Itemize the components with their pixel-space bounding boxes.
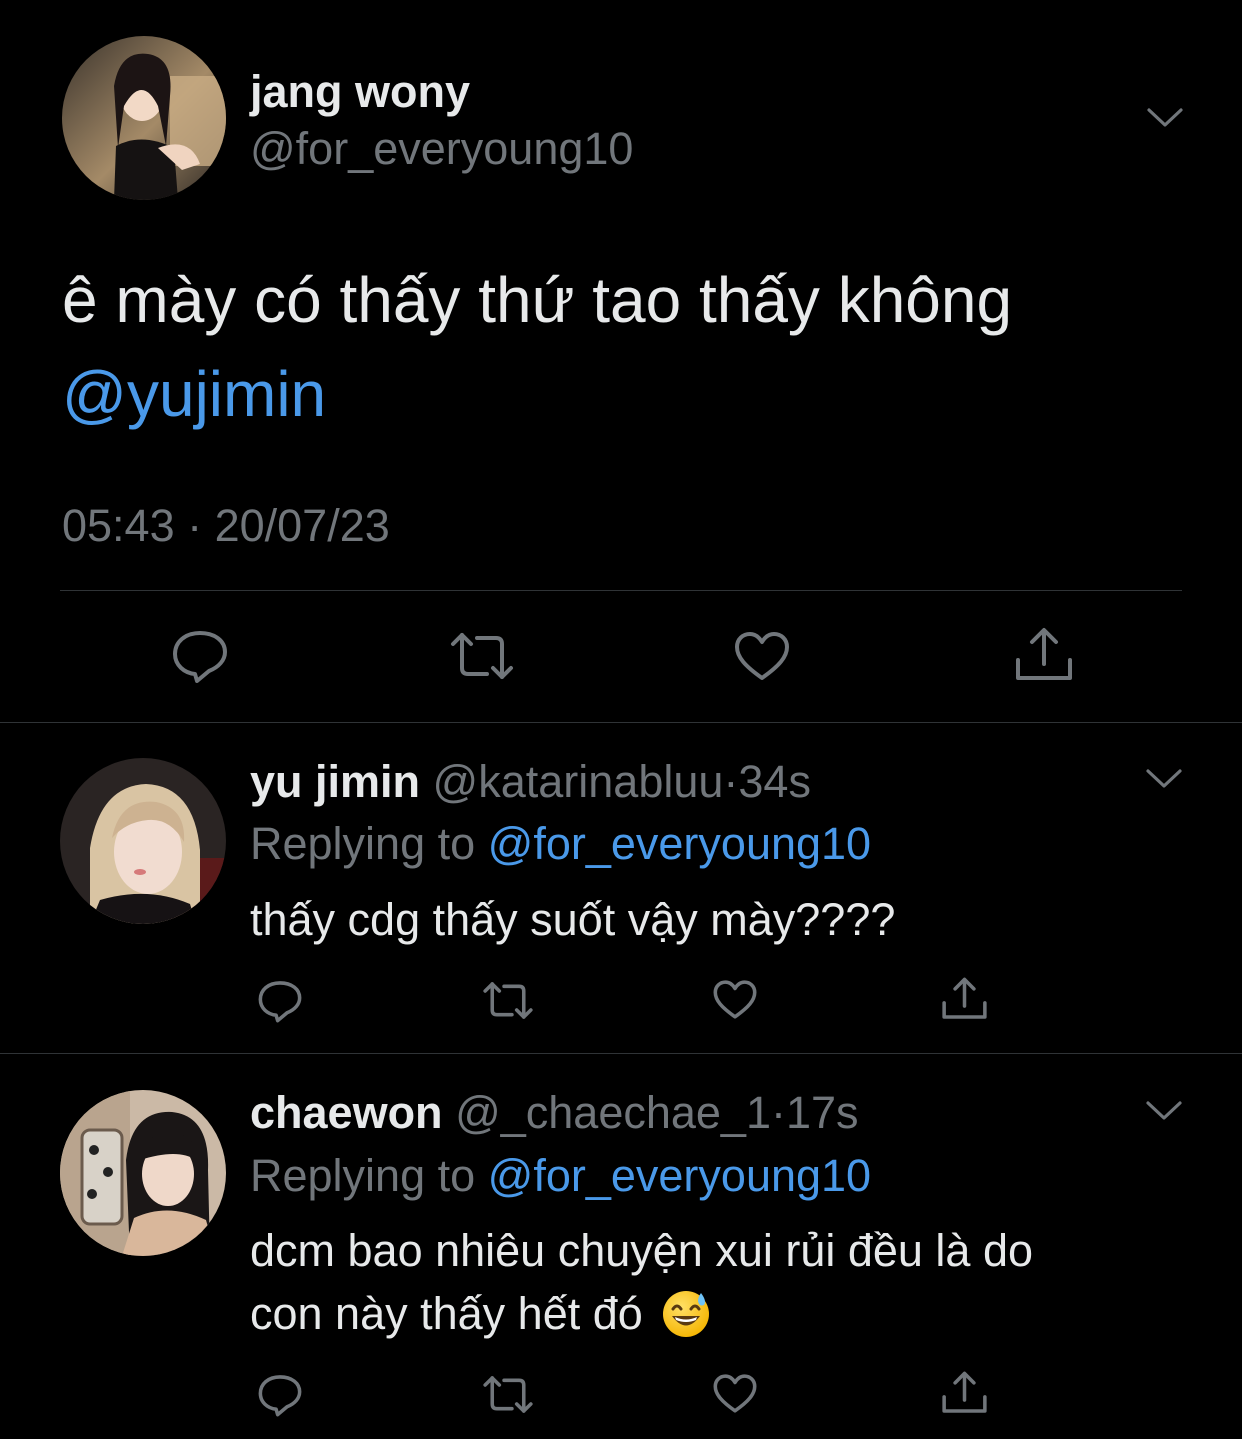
share-icon[interactable] — [1014, 626, 1074, 684]
chevron-down-icon[interactable] — [1145, 1099, 1183, 1123]
reply-age[interactable]: 34s — [738, 756, 811, 807]
divider — [0, 722, 1242, 723]
reply-text-line-2: con này thấy hết đó 😅 — [250, 1288, 711, 1340]
divider — [60, 590, 1182, 591]
replying-to: Replying to @for_everyoung10 — [250, 1150, 871, 1202]
author-handle[interactable]: @_chaechae_1 — [455, 1087, 771, 1138]
separator-dot: · — [771, 1087, 786, 1138]
reply-icon[interactable] — [257, 979, 303, 1023]
replying-to-link[interactable]: @for_everyoung10 — [488, 1150, 871, 1201]
retweet-icon[interactable] — [482, 980, 534, 1021]
user-avatar-photo-icon — [62, 36, 226, 200]
user-avatar-photo-icon — [60, 1090, 226, 1256]
reply-age[interactable]: 17s — [786, 1087, 859, 1138]
share-icon[interactable] — [941, 1370, 988, 1416]
reply-text: thấy cdg thấy suốt vậy mày???? — [250, 894, 896, 945]
reply-text: con này thấy hết đó — [250, 1288, 643, 1339]
reply-icon[interactable] — [171, 628, 229, 684]
author-handle[interactable]: @katarinabluu — [433, 756, 724, 807]
user-avatar-photo-icon — [60, 758, 226, 924]
reply-text-line-1: dcm bao nhiêu chuyện xui rủi đều là do — [250, 1225, 1034, 1276]
avatar[interactable] — [62, 36, 226, 200]
separator-dot: · — [723, 756, 739, 807]
chevron-down-icon[interactable] — [1146, 106, 1184, 130]
mention-link[interactable]: @yujimin — [62, 356, 326, 432]
replying-prefix: Replying to — [250, 818, 476, 869]
like-icon[interactable] — [712, 1373, 758, 1414]
author-name[interactable]: chaewon — [250, 1087, 443, 1138]
tweet-timestamp[interactable]: 05:43 · 20/07/23 — [62, 500, 390, 552]
chevron-down-icon[interactable] — [1145, 767, 1183, 791]
tweet-text: ê mày có thấy thứ tao thấy không — [62, 264, 1013, 336]
reply-header: chaewon @_chaechae_1·17s — [250, 1087, 859, 1139]
like-icon[interactable] — [733, 630, 791, 682]
retweet-icon[interactable] — [482, 1374, 534, 1415]
reply-header: yu jimin @katarinabluu·34s — [250, 756, 811, 808]
replying-to: Replying to @for_everyoung10 — [250, 818, 871, 870]
replying-to-link[interactable]: @for_everyoung10 — [488, 818, 871, 869]
sweat-smile-emoji: 😅 — [661, 1289, 711, 1339]
avatar[interactable] — [60, 758, 226, 924]
share-icon[interactable] — [941, 976, 988, 1022]
divider — [0, 1053, 1242, 1054]
avatar[interactable] — [60, 1090, 226, 1256]
retweet-icon[interactable] — [449, 630, 515, 682]
author-name[interactable]: jang wony — [250, 66, 470, 118]
replying-prefix: Replying to — [250, 1150, 476, 1201]
author-handle[interactable]: @for_everyoung10 — [250, 123, 633, 175]
like-icon[interactable] — [712, 979, 758, 1020]
author-name[interactable]: yu jimin — [250, 756, 420, 807]
reply-icon[interactable] — [257, 1373, 303, 1417]
